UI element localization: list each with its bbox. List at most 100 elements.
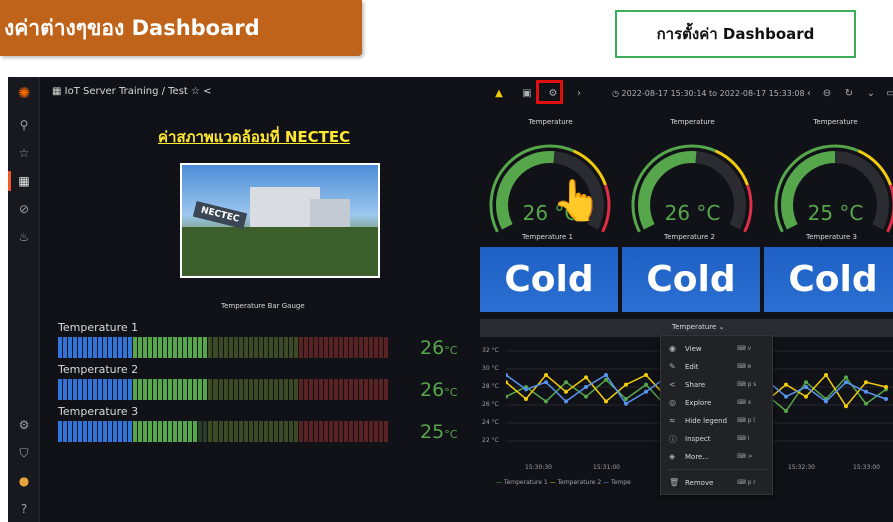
time-range-text: 2022-08-17 15:30:14 to 2022-08-17 15:33:… <box>621 89 805 98</box>
timeseries-legend[interactable]: — Temperature 1 — Temperature 2 — Tempe <box>496 479 631 486</box>
y-tick-label: 26 °C <box>482 401 499 408</box>
shield-icon[interactable]: ⛉ <box>16 445 32 461</box>
timeseries-title[interactable]: Temperature ⌄ <box>672 323 724 331</box>
settings-caption-box: การตั้งค่า Dashboard <box>615 10 856 58</box>
menu-item-explore[interactable]: ◎ Explore ⌨ x <box>661 394 772 412</box>
shortcut-key: ⌨ p s <box>737 381 757 388</box>
search-icon[interactable]: ⚲ <box>16 117 32 133</box>
series-point <box>644 373 648 377</box>
series-point <box>644 382 648 387</box>
page-title[interactable]: ค่าสภาพแวดล้อมที่ NECTEC <box>158 125 350 149</box>
refresh-icon[interactable]: ↻ <box>840 85 858 103</box>
breadcrumb[interactable]: ▦ IoT Server Training / Test ☆ < <box>52 86 212 97</box>
x-tick-label: 15:31:00 <box>593 464 620 471</box>
stat-value-panel[interactable]: Cold <box>764 247 893 312</box>
series-point <box>584 375 588 380</box>
gauge-title: Temperature <box>670 118 715 126</box>
x-tick-label: 15:30:30 <box>525 464 552 471</box>
series-point <box>524 387 528 392</box>
legend-item[interactable]: Temperature 1 <box>504 479 550 486</box>
x-tick-label: 15:32:30 <box>788 464 815 471</box>
series-point <box>624 401 628 406</box>
add-panel-icon[interactable]: ▲ <box>490 85 508 103</box>
y-tick-label: 28 °C <box>482 383 499 390</box>
legend-swatch: — <box>496 479 504 486</box>
series-point <box>824 373 828 377</box>
stat-value-panel[interactable]: Cold <box>480 247 618 312</box>
explore-icon[interactable]: ⊘ <box>16 201 32 217</box>
shortcut-key: ⌨ > <box>737 453 753 460</box>
menu-item-more[interactable]: ◈ More... ⌨ > <box>661 448 772 466</box>
stat-title: Temperature 2 <box>663 233 716 241</box>
menu-item-inspect[interactable]: ⓘ Inspect ⌨ i <box>661 430 772 448</box>
menu-item-edit[interactable]: ✎ Edit ⌨ e <box>661 358 772 376</box>
nectec-sign: NECTEC <box>192 200 248 230</box>
series-point <box>644 389 648 394</box>
menu-item-share[interactable]: < Share ⌨ p s <box>661 376 772 394</box>
menu-item-hide-legend[interactable]: ≈ Hide legend ⌨ p l <box>661 412 772 430</box>
dashboards-icon[interactable]: ▦ <box>16 173 32 189</box>
gauge-value: 25 °C <box>807 201 864 225</box>
gauge-panel[interactable]: Temperature 25 °C <box>768 115 893 235</box>
gauge-panel[interactable]: Temperature 26 °C <box>625 115 760 235</box>
zoom-out-icon[interactable]: ⊖ <box>818 85 836 103</box>
time-back-icon[interactable]: ‹ <box>800 85 818 103</box>
inspect-icon: ⓘ <box>669 435 677 444</box>
series-point <box>624 382 628 387</box>
legend-item[interactable]: Tempe <box>611 479 631 486</box>
shortcut-key: ⌨ v <box>737 345 752 352</box>
time-range-picker[interactable]: ◷ 2022-08-17 15:30:14 to 2022-08-17 15:3… <box>612 85 805 103</box>
help-icon[interactable]: ? <box>16 501 32 517</box>
bar-gauge-bar <box>58 379 389 400</box>
stat-title: Temperature 3 <box>805 233 858 241</box>
alert-bell-icon[interactable]: ♨ <box>16 229 32 245</box>
series-point <box>804 380 808 385</box>
bar-gauge-value: 26°C <box>420 379 458 401</box>
shortcut-key: ⌨ p l <box>737 417 755 424</box>
save-icon[interactable]: ▣ <box>518 85 536 103</box>
bar-gauge-label: Temperature 2 <box>58 363 139 376</box>
refresh-interval-icon[interactable]: ⌄ <box>862 85 880 103</box>
series-point <box>564 389 568 394</box>
series-point <box>844 380 848 385</box>
series-point <box>544 373 548 377</box>
menu-item-label: Hide legend <box>685 417 728 425</box>
settings-highlight-box <box>536 80 563 104</box>
bar-gauge-value: 25°C <box>420 421 458 443</box>
settings-caption: การตั้งค่า Dashboard <box>656 25 815 43</box>
series-point <box>604 377 608 382</box>
share-icon: < <box>669 380 676 389</box>
dashboard-topbar: ▦ IoT Server Training / Test ☆ < ▲ ▣ ⚙ ›… <box>40 77 893 111</box>
menu-item-label: Remove <box>685 479 714 487</box>
stat-value-panel[interactable]: Cold <box>622 247 760 312</box>
series-point <box>784 409 788 413</box>
series-point <box>604 399 608 404</box>
series-point <box>604 373 608 377</box>
star-icon[interactable]: ☆ <box>16 145 32 161</box>
series-point <box>784 382 788 387</box>
menu-item-remove[interactable]: 🗑 Remove ⌨ p r <box>661 474 772 492</box>
avatar-icon[interactable]: ● <box>16 473 32 489</box>
tv-mode-icon[interactable]: ▭ <box>882 85 893 103</box>
legend-item[interactable]: Temperature 2 <box>557 479 603 486</box>
bar-gauge-bar <box>58 421 389 442</box>
series-point <box>784 394 788 399</box>
series-point <box>624 397 628 401</box>
favorite-star-icon[interactable]: ☆ <box>188 86 203 97</box>
y-tick-label: 22 °C <box>482 437 499 444</box>
series-point <box>584 394 588 399</box>
share-icon[interactable]: < <box>203 86 211 97</box>
y-tick-label: 32 °C <box>482 347 499 354</box>
shortcut-key: ⌨ p r <box>737 479 756 486</box>
series-point <box>564 380 568 385</box>
menu-item-view[interactable]: ◉ View ⌨ v <box>661 340 772 358</box>
grafana-logo-icon[interactable]: ✺ <box>16 85 32 101</box>
menu-item-label: Inspect <box>685 435 711 443</box>
cycle-view-icon[interactable]: › <box>570 85 588 103</box>
grid-icon: ▦ <box>52 86 65 97</box>
series-point <box>864 389 868 394</box>
gauge-title: Temperature <box>528 118 573 126</box>
series-point <box>544 399 548 404</box>
gear-icon[interactable]: ⚙ <box>16 417 32 433</box>
bar-gauge-title: Temperature Bar Gauge <box>221 302 305 310</box>
